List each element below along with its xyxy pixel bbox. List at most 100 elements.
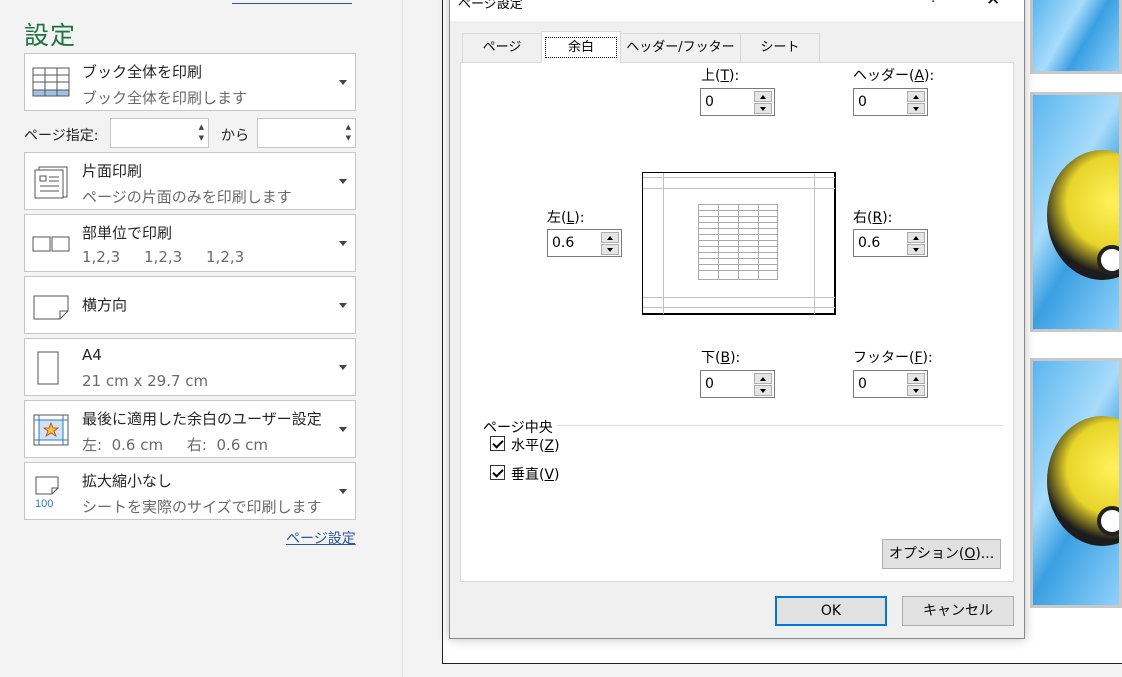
pages-to-label: から bbox=[221, 128, 249, 144]
dialog-title: ページ設定 bbox=[458, 0, 523, 12]
spin-down-icon[interactable] bbox=[907, 103, 925, 114]
pages-from-spinner-icon[interactable]: ▲ ▼ bbox=[199, 122, 204, 144]
spin-down-icon[interactable] bbox=[754, 385, 772, 396]
margins-page-diagram bbox=[642, 172, 836, 315]
ball-button-illustration bbox=[1097, 506, 1119, 536]
cancel-button[interactable]: キャンセル bbox=[902, 596, 1014, 626]
center-vertically-checkbox[interactable] bbox=[490, 465, 505, 480]
footer-margin-spinner[interactable]: 0 bbox=[853, 370, 928, 398]
pages-to-input[interactable]: ▲ ▼ bbox=[257, 118, 356, 148]
spin-up-icon[interactable] bbox=[754, 91, 772, 102]
chevron-down-icon bbox=[339, 241, 347, 246]
scaling-subtitle: シートを実際のサイズで印刷します bbox=[82, 498, 322, 516]
margins-title: 最後に適用した余白のユーザー設定 bbox=[82, 410, 322, 428]
custom-margins-icon bbox=[33, 414, 69, 446]
margins-dropdown[interactable]: 最後に適用した余白のユーザー設定 左: 0.6 cm 右: 0.6 cm bbox=[24, 400, 356, 458]
tab-sheet[interactable]: シート bbox=[740, 33, 820, 62]
bottom-margin-label: 下(B): bbox=[701, 350, 741, 366]
preview-card-image bbox=[1030, 92, 1122, 332]
tab-margins[interactable]: 余白 bbox=[541, 31, 621, 63]
chevron-down-icon bbox=[339, 489, 347, 494]
bottom-margin-value[interactable]: 0 bbox=[705, 376, 714, 392]
top-margin-spinner[interactable]: 0 bbox=[700, 88, 775, 116]
chevron-down-icon bbox=[339, 365, 347, 370]
sheet-grid-preview bbox=[698, 204, 778, 280]
printer-properties-link-cut[interactable] bbox=[232, 0, 352, 4]
sides-subtitle: ページの片面のみを印刷します bbox=[82, 188, 292, 206]
dialog-titlebar[interactable]: ページ設定 ? ✕ bbox=[450, 0, 1024, 21]
footer-margin-label: フッター(F): bbox=[853, 350, 933, 366]
paper-size-title: A4 bbox=[82, 346, 102, 364]
chevron-down-icon bbox=[339, 303, 347, 308]
spin-down-icon[interactable] bbox=[601, 244, 619, 255]
page-setup-link[interactable]: ページ設定 bbox=[286, 528, 356, 548]
settings-heading: 設定 bbox=[24, 21, 77, 50]
chevron-down-icon bbox=[339, 80, 347, 85]
spin-up-icon[interactable] bbox=[907, 373, 925, 384]
ball-button-illustration bbox=[1097, 245, 1119, 275]
margins-tab-panel: 上(T): 0 ヘッダー(A): 0 左(L): 0.6 右(R): 0.6 下… bbox=[460, 62, 1014, 582]
spin-up-icon[interactable] bbox=[601, 232, 619, 243]
spin-up-icon[interactable] bbox=[907, 91, 925, 102]
no-scaling-100-icon: 100 bbox=[35, 476, 59, 509]
paper-size-subtitle: 21 cm x 29.7 cm bbox=[82, 372, 209, 390]
paper-size-icon bbox=[37, 351, 59, 385]
left-margin-label: 左(L): bbox=[547, 210, 585, 226]
sides-dropdown[interactable]: 片面印刷 ページの片面のみを印刷します bbox=[24, 152, 356, 210]
paper-size-dropdown[interactable]: A4 21 cm x 29.7 cm bbox=[24, 338, 356, 396]
collation-title: 部単位で印刷 bbox=[82, 224, 173, 242]
preview-card-image bbox=[1030, 0, 1122, 74]
ok-button[interactable]: OK bbox=[775, 596, 887, 626]
bottom-margin-spinner[interactable]: 0 bbox=[700, 370, 775, 398]
right-margin-label: 右(R): bbox=[853, 210, 893, 226]
print-what-dropdown[interactable]: ブック全体を印刷 ブック全体を印刷します bbox=[24, 53, 356, 111]
scaling-dropdown[interactable]: 100 拡大縮小なし シートを実際のサイズで印刷します bbox=[24, 462, 356, 520]
footer-margin-value[interactable]: 0 bbox=[858, 376, 867, 392]
workbook-grid-icon bbox=[32, 67, 70, 97]
center-horizontally-label[interactable]: 水平(Z) bbox=[511, 435, 560, 455]
landscape-orientation-icon bbox=[33, 295, 69, 320]
tab-page[interactable]: ページ bbox=[462, 33, 542, 62]
page-setup-dialog: ページ設定 ? ✕ ページ 余白 ヘッダー/フッター シート 上(T): 0 ヘ… bbox=[449, 0, 1025, 639]
orientation-dropdown[interactable]: 横方向 bbox=[24, 276, 356, 334]
collation-dropdown[interactable]: 部単位で印刷 1,2,3 1,2,3 1,2,3 bbox=[24, 214, 356, 272]
chevron-down-icon bbox=[339, 179, 347, 184]
left-margin-spinner[interactable]: 0.6 bbox=[547, 229, 622, 257]
pages-from-input[interactable]: ▲ ▼ bbox=[110, 118, 209, 148]
preview-card-image bbox=[1030, 358, 1122, 608]
sides-title: 片面印刷 bbox=[82, 162, 143, 180]
center-vertically-label[interactable]: 垂直(V) bbox=[511, 464, 560, 484]
spin-down-icon[interactable] bbox=[754, 103, 772, 114]
pages-to-spinner-icon[interactable]: ▲ ▼ bbox=[346, 122, 351, 144]
help-button[interactable]: ? bbox=[930, 0, 937, 6]
print-settings-panel: 設定 ブック全体を印刷 ブック全体を印刷します ページ指定: ▲ ▼ から ▲ ▼ bbox=[0, 0, 403, 677]
header-margin-spinner[interactable]: 0 bbox=[853, 88, 928, 116]
options-button[interactable]: オプション(O)... bbox=[882, 539, 1001, 569]
pages-label: ページ指定: bbox=[24, 128, 99, 144]
collated-icon bbox=[32, 236, 70, 252]
print-what-subtitle: ブック全体を印刷します bbox=[82, 89, 248, 107]
no-scaling-icon-text: 100 bbox=[35, 498, 53, 509]
close-button[interactable]: ✕ bbox=[986, 0, 1000, 10]
spin-up-icon[interactable] bbox=[907, 232, 925, 243]
collation-subtitle: 1,2,3 1,2,3 1,2,3 bbox=[82, 248, 245, 266]
one-sided-page-icon bbox=[34, 166, 68, 199]
left-margin-value[interactable]: 0.6 bbox=[552, 235, 574, 251]
spin-up-icon[interactable] bbox=[754, 373, 772, 384]
header-margin-label: ヘッダー(A): bbox=[853, 68, 935, 84]
tab-margins-label: 余白 bbox=[545, 37, 617, 58]
orientation-title: 横方向 bbox=[82, 296, 128, 314]
chevron-down-icon bbox=[339, 427, 347, 432]
header-margin-value[interactable]: 0 bbox=[858, 94, 867, 110]
top-margin-value[interactable]: 0 bbox=[705, 94, 714, 110]
margins-subtitle: 左: 0.6 cm 右: 0.6 cm bbox=[82, 436, 268, 454]
spin-down-icon[interactable] bbox=[907, 385, 925, 396]
top-margin-label: 上(T): bbox=[701, 68, 740, 84]
pages-range-row: ページ指定: ▲ ▼ から ▲ ▼ bbox=[24, 118, 356, 148]
tab-header-footer[interactable]: ヘッダー/フッター bbox=[620, 33, 741, 62]
right-margin-value[interactable]: 0.6 bbox=[858, 235, 880, 251]
spin-down-icon[interactable] bbox=[907, 244, 925, 255]
center-horizontally-checkbox[interactable] bbox=[490, 436, 505, 451]
scaling-title: 拡大縮小なし bbox=[82, 472, 173, 490]
right-margin-spinner[interactable]: 0.6 bbox=[853, 229, 928, 257]
